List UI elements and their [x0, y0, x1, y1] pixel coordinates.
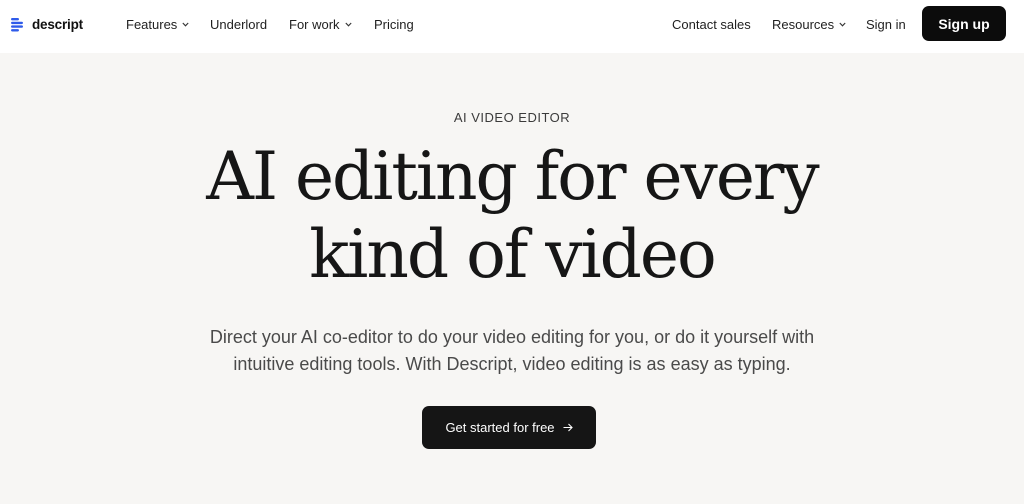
chevron-down-icon [839, 22, 846, 27]
get-started-label: Get started for free [445, 420, 555, 435]
nav-resources-label: Resources [772, 16, 835, 32]
nav-for-work-label: For work [289, 16, 340, 32]
hero-headline-line-1: AI editing for every [206, 138, 819, 215]
hero-subtitle-line-1: Direct your AI co-editor to do your vide… [209, 327, 815, 347]
hero-subtitle-line-2: intuitive editing tools. With Descript, … [233, 354, 791, 374]
hero-eyebrow: AI VIDEO EDITOR [453, 110, 571, 125]
hero-headline-line-2: kind of video [309, 216, 716, 293]
top-navbar: descript Features Underlord For work Pri… [0, 0, 1024, 53]
descript-logo-icon [11, 17, 23, 31]
sign-up-button[interactable]: Sign up [922, 6, 1006, 41]
nav-for-work[interactable]: For work [289, 15, 352, 33]
hero-headline: AI editing for every kind of video [0, 138, 1024, 294]
nav-sign-in[interactable]: Sign in [866, 15, 906, 33]
nav-contact-sales-label: Contact sales [672, 16, 751, 32]
chevron-down-icon [344, 22, 352, 27]
chevron-down-icon [182, 22, 189, 27]
nav-underlord[interactable]: Underlord [210, 15, 267, 33]
nav-sign-in-label: Sign in [866, 16, 906, 32]
brand-name: descript [32, 16, 83, 32]
arrow-right-icon [563, 423, 573, 432]
nav-underlord-label: Underlord [210, 16, 268, 32]
nav-features[interactable]: Features [126, 15, 189, 33]
nav-features-label: Features [126, 16, 178, 32]
descript-logo[interactable]: descript [11, 13, 83, 35]
hero-subtitle: Direct your AI co-editor to do your vide… [0, 324, 1024, 378]
nav-resources[interactable]: Resources [772, 15, 846, 33]
get-started-button[interactable]: Get started for free [422, 406, 596, 449]
nav-pricing-label: Pricing [374, 16, 414, 32]
sign-up-label: Sign up [938, 15, 990, 32]
nav-contact-sales[interactable]: Contact sales [672, 15, 751, 33]
nav-pricing[interactable]: Pricing [374, 15, 414, 33]
